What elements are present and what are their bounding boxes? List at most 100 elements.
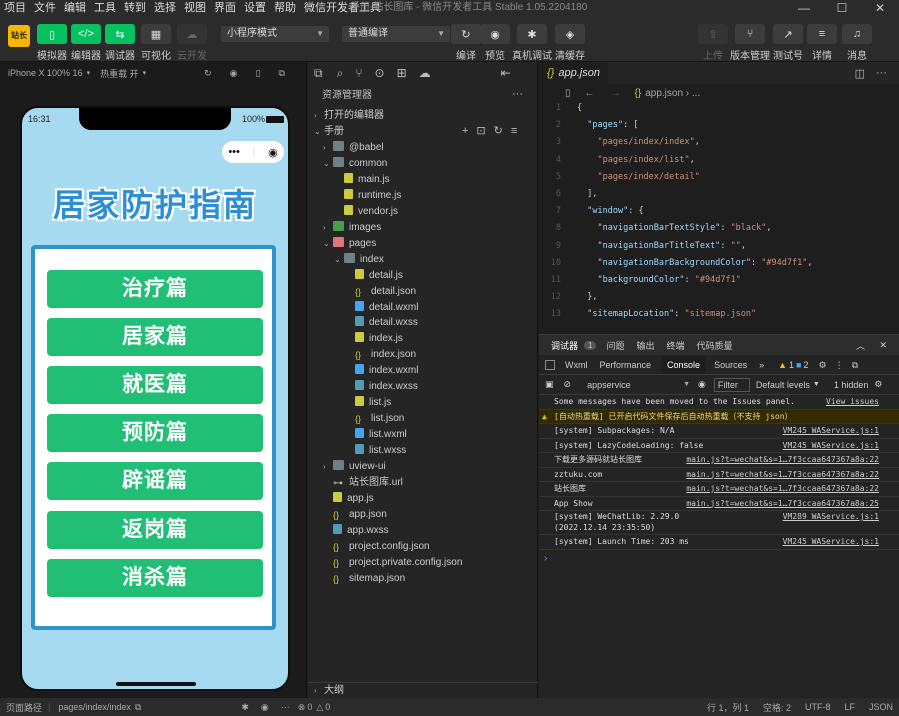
file-item[interactable]: app.js xyxy=(308,491,538,507)
more-tabs[interactable]: » xyxy=(759,360,764,370)
clear-console-icon[interactable]: ⊘ xyxy=(564,379,572,390)
copy-icon[interactable]: ⧉ xyxy=(135,702,141,713)
prevention-button[interactable]: 预防篇 xyxy=(47,414,263,452)
mode-select[interactable]: 小程序模式 ▼ xyxy=(221,26,329,42)
log-source-link[interactable]: main.js?t=wechat&s=1…7f3ccaa647367a8a:22 xyxy=(686,482,879,496)
home-button[interactable]: 居家篇 xyxy=(47,318,263,356)
log-source-link[interactable]: main.js?t=wechat&s=1…7f3ccaa647367a8a:25 xyxy=(686,497,879,511)
tab-app-json[interactable]: {} app.json xyxy=(539,62,608,84)
code-line[interactable]: 10 "navigationBarBackgroundColor": "#94d… xyxy=(539,255,899,272)
menu-view[interactable]: 视图 xyxy=(180,0,210,16)
line-ending[interactable]: LF xyxy=(844,702,855,712)
preview-button[interactable]: ◉ 预览 xyxy=(477,24,513,62)
close-icon[interactable]: ✕ xyxy=(879,340,887,351)
close-icon[interactable]: ✕ xyxy=(861,0,899,16)
editor-button[interactable]: </> 编辑器 xyxy=(68,24,104,62)
file-item[interactable]: detail.wxss xyxy=(308,315,538,331)
menu-goto[interactable]: 转到 xyxy=(120,0,150,16)
log-levels-select[interactable]: Default levels xyxy=(756,380,810,390)
log-source-link[interactable]: main.js?t=wechat&s=1…7f3ccaa647367a8a:22 xyxy=(686,453,879,467)
rumor-button[interactable]: 辟谣篇 xyxy=(47,462,263,500)
tab-wxml[interactable]: Wxml xyxy=(565,360,588,370)
more-icon[interactable]: ••• xyxy=(228,146,240,158)
log-source-link[interactable]: main.js?t=wechat&s=1…7f3ccaa647367a8a:22 xyxy=(686,468,879,482)
code-line[interactable]: 2 "pages": [ xyxy=(539,117,899,134)
outline-section[interactable]: › 大纲 xyxy=(308,682,538,698)
code-line[interactable]: 9 "navigationBarTitleText": "", xyxy=(539,238,899,255)
menu-settings[interactable]: 设置 xyxy=(240,0,270,16)
refresh-icon[interactable]: ↻ xyxy=(204,68,212,79)
more-icon[interactable]: ··· xyxy=(512,88,523,100)
file-item[interactable]: ⊶ 站长图库.url xyxy=(308,475,538,491)
debug-icon[interactable]: ⊙ xyxy=(375,66,385,80)
more-icon[interactable]: ··· xyxy=(876,67,887,79)
cloud-icon[interactable]: ☁ xyxy=(419,66,431,80)
folder-item[interactable]: ⌄ index xyxy=(308,252,538,268)
hot-reload-toggle[interactable]: 热重载 开 xyxy=(100,67,139,80)
inspect-icon[interactable] xyxy=(545,360,555,370)
file-item[interactable]: list.js xyxy=(308,395,538,411)
warning-count[interactable]: 0 xyxy=(325,702,330,712)
close-circle-icon[interactable]: ◉ xyxy=(268,146,278,159)
log-source-link[interactable]: VM289 WAService.js:1 xyxy=(783,511,879,522)
disinfection-button[interactable]: 消杀篇 xyxy=(47,559,263,597)
folder-item[interactable]: › uview-ui xyxy=(308,459,538,475)
remote-debug-button[interactable]: ✱ 真机调试 xyxy=(512,24,552,62)
simulator-button[interactable]: ▯ 模拟器 xyxy=(34,24,70,62)
maximize-icon[interactable]: ☐ xyxy=(823,0,861,16)
popout-icon[interactable]: ⧉ xyxy=(852,360,858,371)
code-line[interactable]: 1{ xyxy=(539,100,899,117)
sidebar-toggle-icon[interactable]: ▣ xyxy=(545,379,554,390)
page-path-label[interactable]: 页面路径 xyxy=(6,701,42,714)
tab-issues[interactable]: 问题 xyxy=(606,339,624,352)
menu-project[interactable]: 项目 xyxy=(0,0,30,16)
context-select[interactable]: appservice xyxy=(583,380,683,390)
tab-sources[interactable]: Sources xyxy=(714,360,747,370)
page-path[interactable]: pages/index/index xyxy=(58,702,131,712)
source-control-icon[interactable]: ⑂ xyxy=(355,66,362,80)
folder-item[interactable]: › images xyxy=(308,220,538,236)
code-line[interactable]: 3 "pages/index/index", xyxy=(539,134,899,151)
return-work-button[interactable]: 返岗篇 xyxy=(47,511,263,549)
file-item[interactable]: {} project.config.json xyxy=(308,539,538,555)
upload-button[interactable]: ⇧ 上传 xyxy=(695,24,731,62)
phone-icon[interactable]: ▯ xyxy=(256,68,261,79)
version-button[interactable]: ⑂ 版本管理 xyxy=(730,24,770,62)
menu-select[interactable]: 选择 xyxy=(150,0,180,16)
tab-performance[interactable]: Performance xyxy=(600,360,652,370)
file-item[interactable]: list.wxml xyxy=(308,427,538,443)
encoding[interactable]: UTF-8 xyxy=(805,702,831,712)
chevron-up-icon[interactable]: ︿ xyxy=(856,339,865,352)
console-filter-input[interactable]: Filter xyxy=(713,377,750,392)
forward-icon[interactable]: → xyxy=(611,88,621,99)
log-source-link[interactable]: VM245 WAService.js:1 xyxy=(783,424,879,438)
eye-icon[interactable]: ◉ xyxy=(698,379,706,390)
bookmark-icon[interactable]: ▯ xyxy=(565,88,571,99)
file-item[interactable]: runtime.js xyxy=(308,188,538,204)
menu-edit[interactable]: 编辑 xyxy=(60,0,90,16)
explorer-actions[interactable]: +⊡↻≡ xyxy=(462,124,525,137)
cursor-position[interactable]: 行 1，列 1 xyxy=(707,701,749,714)
code-line[interactable]: 11 "backgroundColor": "#94d7f1" xyxy=(539,272,899,289)
file-item[interactable]: list.wxss xyxy=(308,443,538,459)
code-line[interactable]: 6 ], xyxy=(539,186,899,203)
test-account-button[interactable]: ↗ 测试号 xyxy=(770,24,806,62)
menu-file[interactable]: 文件 xyxy=(30,0,60,16)
menu-capsule[interactable]: ••• | ◉ xyxy=(222,141,284,163)
code-line[interactable]: 8 "navigationBarTextStyle": "black", xyxy=(539,220,899,237)
split-editor-icon[interactable]: ◫ xyxy=(855,67,865,80)
folder-item[interactable]: › @babel xyxy=(308,140,538,156)
file-item[interactable]: detail.wxml xyxy=(308,300,538,316)
indentation[interactable]: 空格: 2 xyxy=(763,701,791,714)
files-icon[interactable]: ⧉ xyxy=(314,66,323,81)
file-item[interactable]: vendor.js xyxy=(308,204,538,220)
folder-item[interactable]: ⌄ common xyxy=(308,156,538,172)
split-icon[interactable]: ⇤ xyxy=(501,66,511,80)
code-line[interactable]: 5 "pages/index/detail" xyxy=(539,169,899,186)
gear-icon[interactable]: ⚙ xyxy=(819,360,827,371)
back-icon[interactable]: ← xyxy=(585,88,595,99)
stop-icon[interactable]: ◉ xyxy=(230,68,238,79)
cloud-button[interactable]: ☁ 云开发 xyxy=(174,24,210,62)
menu-interface[interactable]: 界面 xyxy=(210,0,240,16)
file-item[interactable]: {} sitemap.json xyxy=(308,571,538,587)
